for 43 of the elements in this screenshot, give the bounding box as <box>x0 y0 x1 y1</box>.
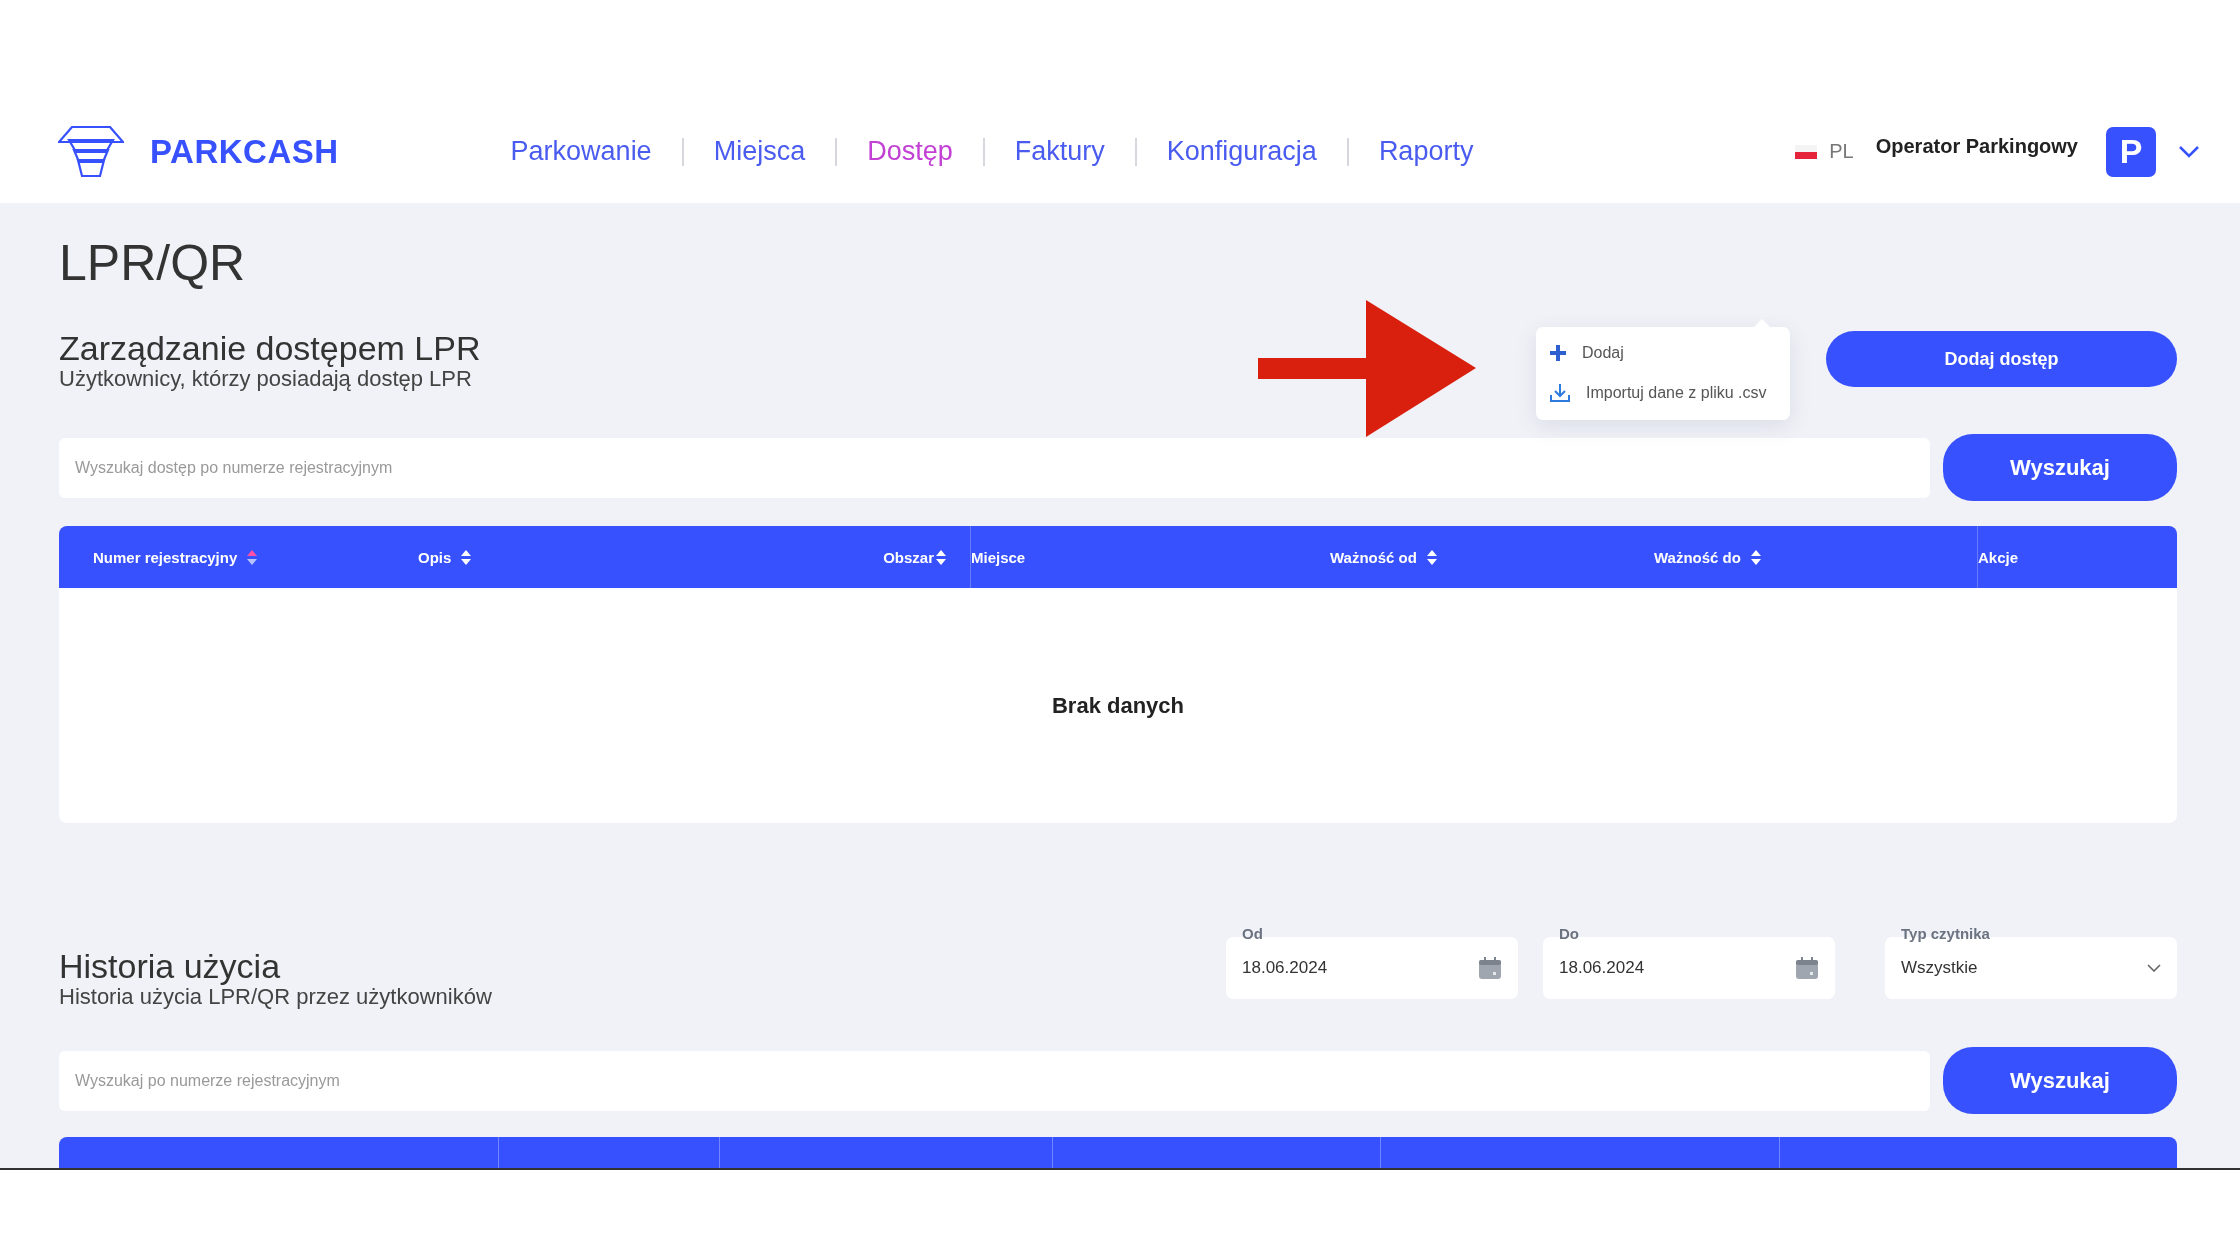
section-subtitle: Historia użycia LPR/QR przez użytkowników <box>59 984 492 1010</box>
avatar[interactable]: P <box>2106 126 2156 177</box>
section-title: Historia użycia <box>59 948 282 984</box>
sort-icon[interactable] <box>247 549 258 565</box>
nav-link[interactable]: Miejsca <box>713 136 806 167</box>
add-access-button[interactable]: Dodaj dostęp <box>1826 331 2177 387</box>
logo-icon <box>58 125 124 178</box>
section-title: Zarządzanie dostępem LPR <box>59 330 481 366</box>
search-button[interactable]: Wyszukaj <box>1943 1047 2177 1114</box>
search-button[interactable]: Wyszukaj <box>1943 434 2177 501</box>
nav-link[interactable]: Dostęp <box>867 136 953 167</box>
page-title: LPR/QR <box>59 234 247 293</box>
column-header[interactable]: Ważność od <box>1296 526 1620 588</box>
logo-text: PARKCASH <box>150 132 339 171</box>
sort-icon[interactable] <box>936 549 946 565</box>
empty-message: Brak danych <box>1051 692 1185 719</box>
calendar-icon[interactable] <box>1795 956 1819 980</box>
language-label[interactable]: PL <box>1829 140 1854 163</box>
nav-link[interactable]: Konfiguracja <box>1166 136 1317 167</box>
column-header[interactable]: Opis <box>418 526 840 588</box>
column-header[interactable]: Obszar <box>840 526 970 588</box>
nav-link[interactable]: Raporty <box>1378 136 1474 167</box>
plus-icon <box>1550 344 1566 361</box>
sort-icon[interactable] <box>1750 549 1761 565</box>
chevron-down-icon[interactable] <box>2178 145 2200 158</box>
nav-link[interactable]: Parkowanie <box>510 136 652 167</box>
calendar-icon[interactable] <box>1478 956 1502 980</box>
column-header[interactable]: Akcje <box>1977 526 2177 588</box>
user-name: Operator Parkingowy <box>1875 134 2078 158</box>
menu-item[interactable]: Importuj dane z pliku .csv <box>1536 383 1790 404</box>
flag-icon <box>1795 144 1818 159</box>
sort-icon[interactable] <box>461 549 472 565</box>
chevron-down-icon[interactable] <box>2147 964 2161 972</box>
search-field[interactable]: Wyszukaj po numerze rejestracyjnym <box>59 1050 1930 1111</box>
column-header[interactable]: Ważność do <box>1620 526 1977 588</box>
menu-item[interactable]: Dodaj <box>1536 343 1790 362</box>
section-subtitle: Użytkownicy, którzy posiadają dostęp LPR <box>59 366 473 392</box>
search-field[interactable]: Wyszukaj dostęp po numerze rejestracyjnym <box>59 437 1930 498</box>
column-header[interactable]: Miejsce <box>970 526 1296 588</box>
nav-link[interactable]: Faktury <box>1014 136 1105 167</box>
column-header[interactable]: Numer rejestracyjny <box>59 526 418 588</box>
download-icon <box>1550 383 1570 404</box>
sort-icon[interactable] <box>1426 549 1437 565</box>
